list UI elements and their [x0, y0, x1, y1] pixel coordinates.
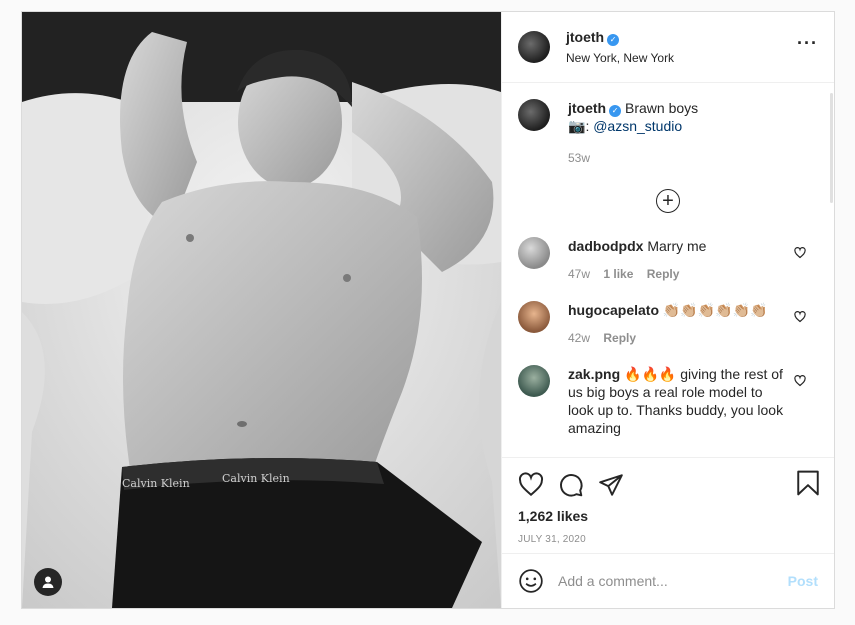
comment-heart-icon[interactable]	[794, 311, 806, 323]
emoji-icon[interactable]	[518, 568, 544, 594]
verified-icon: ✓	[609, 105, 622, 117]
more-icon[interactable]: ···	[797, 34, 818, 52]
user-tag-icon[interactable]	[34, 568, 62, 596]
post-card: Calvin Klein Calvin Klein jtoeth ✓ New Yo…	[21, 11, 835, 609]
comment-row: zak.png 🔥🔥🔥 giving the rest of us big bo…	[518, 365, 818, 437]
comment-icon[interactable]	[558, 472, 584, 498]
commenter-avatar[interactable]	[518, 365, 550, 397]
comment-time[interactable]: 42w	[568, 331, 590, 345]
load-more: +	[518, 189, 818, 213]
comment-username[interactable]: dadbodpdx	[568, 238, 643, 254]
camera-emoji: 📷	[568, 118, 586, 134]
author-avatar[interactable]	[518, 31, 550, 63]
comment-time[interactable]: 47w	[568, 267, 590, 281]
comment-likes[interactable]: 1 like	[603, 267, 633, 281]
post-header: jtoeth ✓ New York, New York ···	[502, 12, 834, 83]
heart-icon[interactable]	[518, 472, 544, 498]
share-icon[interactable]	[598, 472, 624, 498]
commenter-avatar[interactable]	[518, 237, 550, 269]
post-location[interactable]: New York, New York	[566, 51, 674, 65]
comment-text: Marry me	[647, 238, 707, 254]
credit-separator: :	[585, 118, 590, 134]
verified-icon: ✓	[607, 34, 620, 46]
reply-button[interactable]: Reply	[603, 331, 636, 345]
photo-image: Calvin Klein Calvin Klein	[22, 12, 501, 608]
caption: jtoeth ✓ Brawn boys 📷: @azsn_studio 53w	[518, 99, 818, 167]
comments-list[interactable]: jtoeth ✓ Brawn boys 📷: @azsn_studio 53w +…	[502, 83, 834, 457]
caption-avatar[interactable]	[518, 99, 550, 131]
comment-username[interactable]: zak.png	[568, 366, 620, 382]
bookmark-icon[interactable]	[796, 470, 820, 496]
credit-handle-link[interactable]: @azsn_studio	[593, 118, 682, 134]
action-bar: 1,262 likes JULY 31, 2020	[502, 457, 834, 553]
plus-circle-icon[interactable]: +	[656, 189, 680, 213]
commenter-avatar[interactable]	[518, 301, 550, 333]
comment-row: hugocapelato 👏🏼👏🏼👏🏼👏🏼👏🏼👏🏼 42w Reply	[518, 301, 818, 347]
post-photo[interactable]: Calvin Klein Calvin Klein	[22, 12, 501, 608]
comment-row: dadbodpdx Marry me 47w 1 like Reply	[518, 237, 818, 283]
scrollbar[interactable]	[830, 93, 833, 203]
author-username[interactable]: jtoeth	[566, 29, 604, 45]
comment-username[interactable]: hugocapelato	[568, 302, 659, 318]
comment-heart-icon[interactable]	[794, 247, 806, 259]
likes-count[interactable]: 1,262 likes	[518, 508, 818, 524]
reply-button[interactable]: Reply	[647, 267, 680, 281]
caption-text: Brawn boys	[625, 100, 699, 116]
post-date[interactable]: JULY 31, 2020	[518, 534, 818, 545]
comment-text: 👏🏼👏🏼👏🏼👏🏼👏🏼👏🏼	[662, 302, 768, 318]
post-button[interactable]: Post	[788, 573, 818, 589]
caption-username[interactable]: jtoeth	[568, 100, 606, 116]
waistband-left-text: Calvin Klein	[122, 477, 190, 490]
comment-heart-icon[interactable]	[794, 375, 806, 387]
comment-input[interactable]	[558, 573, 788, 589]
side-panel: jtoeth ✓ New York, New York ··· jtoeth ✓ B…	[501, 12, 834, 608]
add-comment-bar: Post	[502, 553, 834, 608]
waistband-center-text: Calvin Klein	[222, 472, 290, 485]
caption-time[interactable]: 53w	[568, 151, 590, 165]
